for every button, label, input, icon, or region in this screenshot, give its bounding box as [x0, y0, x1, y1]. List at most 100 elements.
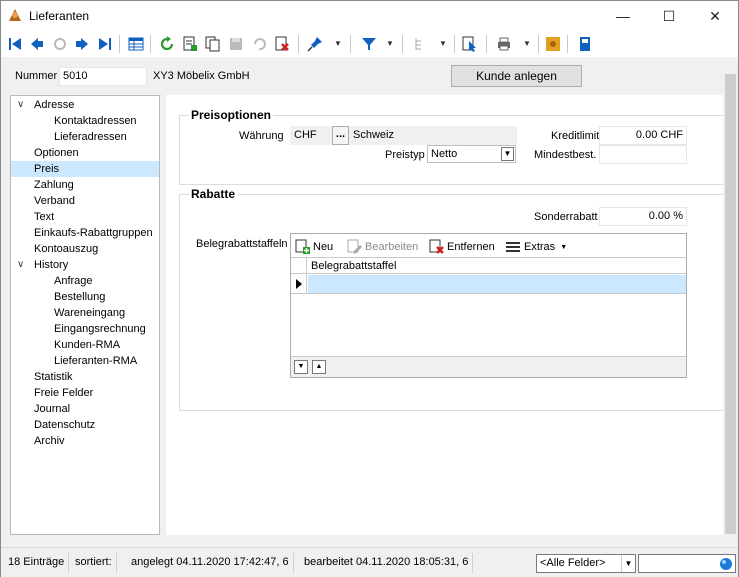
grid-extras-button[interactable]: Extras ▼ [505, 238, 567, 256]
new-icon [295, 239, 310, 254]
move-down-icon[interactable]: ▼ [294, 360, 308, 374]
tree-item-eingangsrechnung[interactable]: Eingangsrechnung [11, 321, 159, 337]
tree-item-adresse[interactable]: ∨ Adresse [11, 97, 159, 113]
grid-edit-label: Bearbeiten [365, 241, 419, 253]
belegrabatt-grid: Neu Bearbeiten Entfernen Extras ▼ Belegr… [290, 233, 687, 378]
expand-chevron-icon[interactable]: ∨ [17, 257, 29, 273]
tree-item-datenschutz[interactable]: Datenschutz [11, 417, 159, 433]
tree-item-zahlung[interactable]: Zahlung [11, 177, 159, 193]
tree-item-archiv[interactable]: Archiv [11, 433, 159, 449]
addon-icon[interactable] [543, 34, 563, 54]
tree-item-einkaufs-rabattgruppen[interactable]: Einkaufs-Rabattgruppen [11, 225, 159, 241]
tree-item-preis[interactable]: Preis [11, 161, 159, 177]
sort-status: sortiert: [71, 553, 117, 573]
tree-item-anfrage[interactable]: Anfrage [11, 273, 159, 289]
lieferanten-window: Lieferanten — ☐ ✕ ▼ ▼ ▼ ▼ Nummer 5010 XY… [0, 0, 739, 577]
pin-dropdown-icon[interactable]: ▼ [334, 38, 342, 50]
supplier-name: XY3 Möbelix GmbH [153, 70, 250, 82]
tree-item-journal[interactable]: Journal [11, 401, 159, 417]
next-record-icon[interactable] [72, 34, 92, 54]
tree-item-statistik[interactable]: Statistik [11, 369, 159, 385]
kunde-anlegen-button[interactable]: Kunde anlegen [451, 65, 582, 87]
tree-item-label: Einkaufs-Rabattgruppen [34, 227, 153, 239]
main-toolbar: ▼ ▼ ▼ ▼ [1, 31, 738, 57]
tree-item-kontoauszug[interactable]: Kontoauszug [11, 241, 159, 257]
tree-item-label: Adresse [34, 99, 75, 111]
tree-item-lieferanten-rma[interactable]: Lieferanten-RMA [11, 353, 159, 369]
table-row[interactable] [291, 275, 686, 294]
tree-item-freie-felder[interactable]: Freie Felder [11, 385, 159, 401]
tree-item-kunden-rma[interactable]: Kunden-RMA [11, 337, 159, 353]
maximize-button[interactable]: ☐ [646, 1, 692, 31]
grid-column-header[interactable]: Belegrabattstaffel [311, 260, 396, 272]
filter-dropdown-icon[interactable]: ▼ [386, 38, 394, 50]
tree-item-wareneingang[interactable]: Wareneingang [11, 305, 159, 321]
nummer-label: Nummer [15, 70, 58, 82]
tree-item-verband[interactable]: Verband [11, 193, 159, 209]
tree-item-label: Statistik [34, 371, 73, 383]
chevron-down-icon[interactable]: ▼ [501, 147, 514, 161]
content-panel: Preisoptionen Währung CHF ... Schweiz Pr… [166, 95, 723, 535]
tree-item-bestellung[interactable]: Bestellung [11, 289, 159, 305]
grid-new-label: Neu [313, 241, 334, 253]
sonderrabatt-label: Sonderrabatt [534, 211, 598, 223]
close-button[interactable]: ✕ [692, 1, 738, 31]
undo-icon [249, 34, 269, 54]
expand-chevron-icon[interactable]: ∨ [17, 97, 29, 113]
search-globe-icon[interactable] [719, 557, 733, 574]
chevron-down-icon[interactable]: ▼ [621, 555, 635, 572]
kreditlimit-field[interactable]: 0.00 CHF [599, 126, 687, 145]
nummer-field[interactable]: 5010 [59, 67, 147, 86]
tree-item-text[interactable]: Text [11, 209, 159, 225]
tree-item-label: Lieferanten-RMA [54, 355, 138, 367]
tree-item-history[interactable]: ∨ History [11, 257, 159, 273]
last-record-icon[interactable] [95, 34, 115, 54]
filter-icon[interactable] [359, 34, 379, 54]
prev-record-icon[interactable] [27, 34, 47, 54]
tree-item-lieferadressen[interactable]: Lieferadressen [11, 129, 159, 145]
grid-new-button[interactable]: Neu [295, 238, 333, 256]
table-view-icon[interactable] [126, 34, 146, 54]
first-record-icon[interactable] [5, 34, 25, 54]
new-record-icon[interactable] [180, 34, 200, 54]
pin-icon[interactable] [305, 34, 325, 54]
tree-dropdown-icon: ▼ [439, 39, 447, 48]
grid-delete-button[interactable]: Entfernen [429, 238, 495, 256]
minimize-button[interactable]: — [600, 1, 646, 31]
cursor-help-icon[interactable] [460, 34, 480, 54]
tree-item-label: Preis [34, 163, 60, 175]
print-icon[interactable] [494, 34, 514, 54]
vertical-scrollbar[interactable] [723, 57, 738, 535]
waehrung-lookup-button[interactable]: ... [332, 126, 349, 145]
mindestbest-field[interactable] [599, 145, 687, 164]
modified-status: bearbeitet 04.11.2020 18:05:31, 6 [300, 553, 474, 573]
print-dropdown-icon[interactable]: ▼ [523, 38, 531, 50]
preistyp-select[interactable]: Netto ▼ [427, 145, 516, 163]
preistyp-value: Netto [431, 148, 458, 160]
table-cell[interactable] [308, 275, 686, 293]
tree-item-label: Lieferadressen [54, 131, 127, 143]
tree-item-label: Eingangsrechnung [54, 323, 146, 335]
move-up-icon[interactable]: ▲ [312, 360, 326, 374]
delete-icon[interactable] [272, 34, 292, 54]
kreditlimit-label: Kreditlimit [551, 130, 600, 142]
tree-item-label: History [34, 259, 69, 271]
tree-item-label: Archiv [34, 435, 65, 447]
grid-header: Belegrabattstaffel [291, 257, 686, 274]
tree-item-optionen[interactable]: Optionen [11, 145, 159, 161]
horizontal-scrollbar[interactable] [1, 535, 723, 547]
grid-extras-label: Extras [524, 241, 556, 253]
tree-item-kontaktadressen[interactable]: Kontaktadressen [11, 113, 159, 129]
copy-record-icon[interactable] [203, 34, 223, 54]
belegrabatt-label: Belegrabattstaffeln [196, 238, 288, 250]
scroll-thumb[interactable] [725, 74, 736, 534]
waehrung-field[interactable]: CHF [290, 126, 334, 145]
refresh-icon[interactable] [157, 34, 177, 54]
info-icon[interactable] [575, 34, 595, 54]
app-icon [7, 7, 23, 23]
search-input[interactable] [638, 554, 736, 573]
save-icon [226, 34, 246, 54]
search-field-select[interactable]: <Alle Felder> ▼ [536, 554, 636, 573]
preisoptionen-title: Preisoptionen [189, 108, 274, 122]
sonderrabatt-field[interactable]: 0.00 % [599, 207, 687, 226]
